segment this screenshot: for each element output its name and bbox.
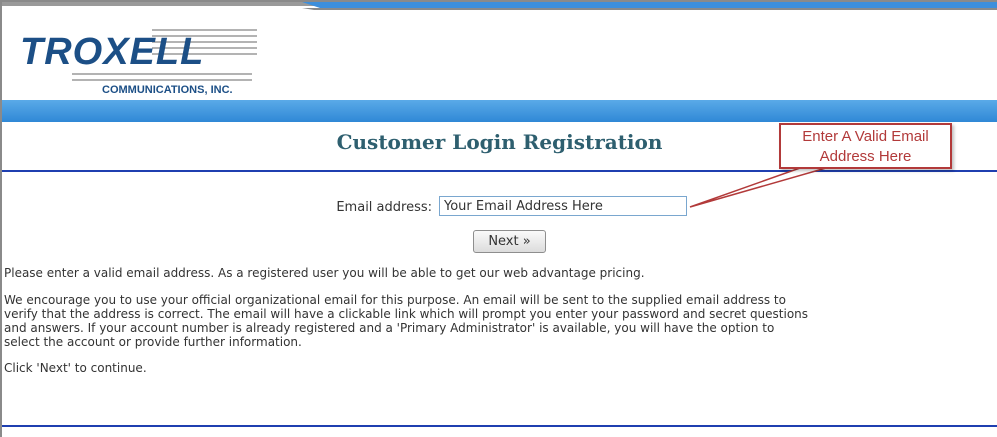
logo-text: TROXELL — [20, 31, 204, 73]
header-stripe — [2, 2, 997, 14]
email-label: Email address: — [336, 200, 432, 215]
next-button[interactable]: Next » — [473, 230, 546, 253]
email-input[interactable] — [439, 196, 687, 216]
info-paragraph-line-4: select the account or provide further in… — [4, 335, 302, 349]
header-band — [2, 100, 997, 122]
divider-bottom — [2, 425, 997, 427]
intro-paragraph: Please enter a valid email address. As a… — [4, 266, 645, 280]
logo-subtext: COMMUNICATIONS, INC. — [102, 84, 233, 96]
continue-instruction: Click 'Next' to continue. — [4, 361, 147, 375]
divider-top — [2, 170, 997, 172]
callout-line-1: Enter A Valid Email — [802, 128, 929, 145]
callout-line-2: Address Here — [819, 148, 912, 165]
info-paragraph-line-3: and answers. If your account number is a… — [4, 321, 775, 335]
info-paragraph-line-1: We encourage you to use your official or… — [4, 293, 786, 307]
info-paragraph-line-2: verify that the address is correct. The … — [4, 307, 809, 321]
callout-annotation: Enter A Valid Email Address Here — [779, 123, 952, 169]
company-logo: TROXELL COMMUNICATIONS, INC. — [20, 29, 257, 96]
